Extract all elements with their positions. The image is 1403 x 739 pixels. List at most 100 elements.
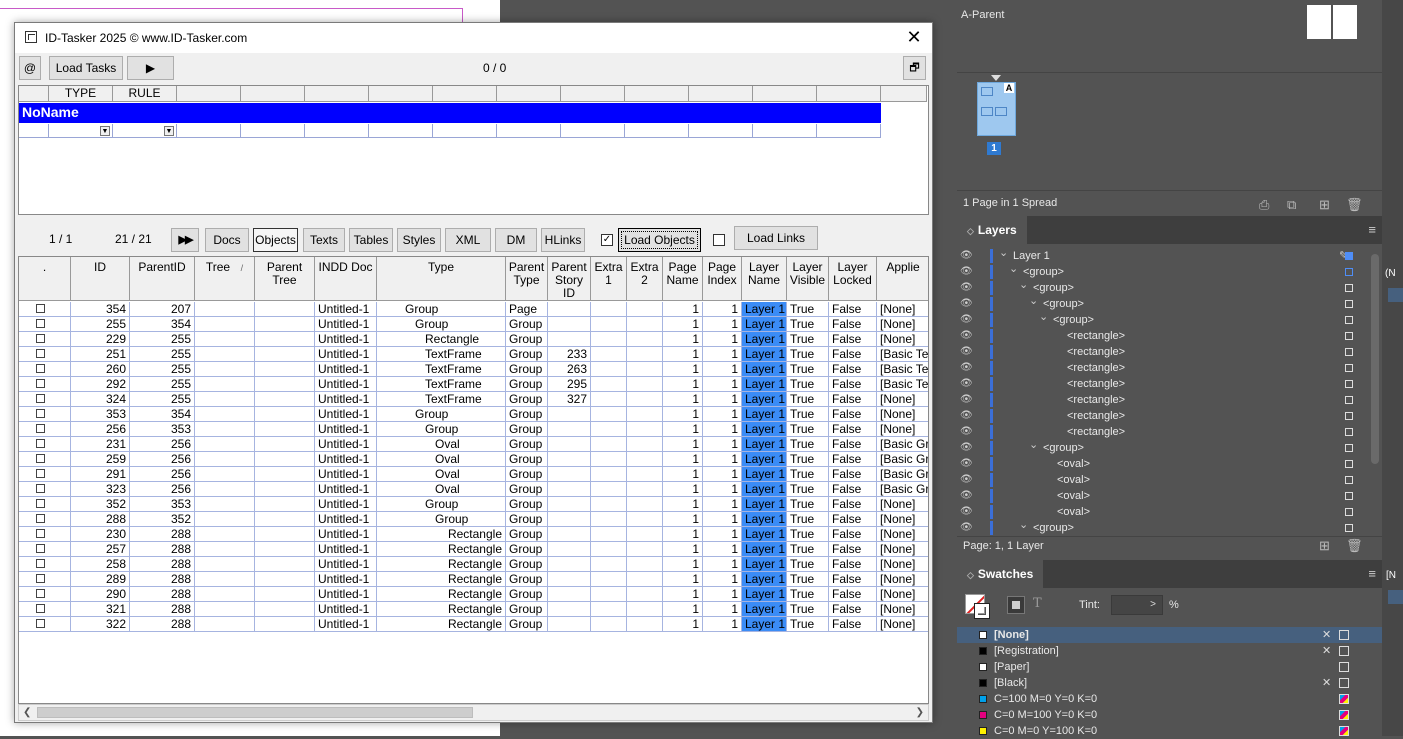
row-checkbox-cell[interactable]: [19, 482, 71, 497]
horizontal-scrollbar[interactable]: ❮ ❯: [18, 704, 929, 721]
run-button[interactable]: ▶: [127, 56, 174, 80]
indd-doc-cell[interactable]: Untitled-1: [315, 497, 377, 512]
applied-cell[interactable]: [None]: [877, 317, 928, 332]
layer-visible-cell[interactable]: True: [787, 332, 829, 347]
applied-cell[interactable]: [None]: [877, 422, 928, 437]
parent-id-cell[interactable]: 255: [130, 362, 195, 377]
page-thumbnail[interactable]: A: [977, 82, 1016, 136]
visibility-eye-icon[interactable]: 👁: [960, 376, 974, 392]
task-group-row[interactable]: NoName: [19, 103, 881, 123]
id-cell[interactable]: 353: [71, 407, 130, 422]
task-cell[interactable]: [689, 124, 753, 138]
layer-name-cell[interactable]: Layer 1: [742, 347, 787, 362]
parent-tree-cell[interactable]: [255, 332, 315, 347]
row-checkbox-cell[interactable]: [19, 572, 71, 587]
page-index-cell[interactable]: 1: [703, 377, 742, 392]
page-name-cell[interactable]: 1: [663, 512, 703, 527]
page-index-cell[interactable]: 1: [703, 542, 742, 557]
row-checkbox[interactable]: [36, 619, 45, 628]
extra2-cell[interactable]: [627, 437, 663, 452]
extra2-cell[interactable]: [627, 512, 663, 527]
parent-id-cell[interactable]: 288: [130, 527, 195, 542]
parent-tree-cell[interactable]: [255, 422, 315, 437]
parent-type-cell[interactable]: Group: [506, 317, 548, 332]
tasks-grid[interactable]: TYPE RULE NoName ▼ ▼: [18, 85, 929, 215]
tree-cell[interactable]: [195, 482, 255, 497]
extra1-cell[interactable]: [591, 362, 627, 377]
page-name-cell[interactable]: 1: [663, 617, 703, 632]
load-objects-checkbox[interactable]: ✓: [601, 234, 613, 246]
parent-page-label[interactable]: A-Parent: [961, 9, 1004, 21]
indd-doc-cell[interactable]: Untitled-1: [315, 467, 377, 482]
swatch-row[interactable]: [Paper]: [957, 659, 1382, 675]
row-checkbox[interactable]: [36, 484, 45, 493]
layer-name[interactable]: <group>: [1023, 264, 1064, 280]
parent-type-cell[interactable]: Group: [506, 392, 548, 407]
parent-type-cell[interactable]: Group: [506, 452, 548, 467]
indd-doc-cell[interactable]: Untitled-1: [315, 512, 377, 527]
visibility-eye-icon[interactable]: 👁: [960, 408, 974, 424]
parent-story-cell[interactable]: [548, 602, 591, 617]
column-header[interactable]: [305, 86, 369, 102]
table-row[interactable]: 251 255 Untitled-1 TextFrame Group 233 1 1 Layer…: [19, 347, 928, 362]
extra1-cell[interactable]: [591, 392, 627, 407]
page-index-cell[interactable]: 1: [703, 527, 742, 542]
extra1-cell[interactable]: [591, 332, 627, 347]
visibility-eye-icon[interactable]: 👁: [960, 296, 974, 312]
parent-id-cell[interactable]: 255: [130, 377, 195, 392]
extra1-cell[interactable]: [591, 557, 627, 572]
extra2-cell[interactable]: [627, 542, 663, 557]
parent-tree-cell[interactable]: [255, 452, 315, 467]
parent-tree-cell[interactable]: [255, 407, 315, 422]
indd-doc-cell[interactable]: Untitled-1: [315, 527, 377, 542]
table-row[interactable]: 352 353 Untitled-1 Group Group 1 1 Layer 1 True F…: [19, 497, 928, 512]
layer-locked-cell[interactable]: False: [829, 542, 877, 557]
selection-square-icon[interactable]: [1345, 284, 1353, 292]
table-row[interactable]: 230 288 Untitled-1 Rectangle Group 1 1 Layer 1T…: [19, 527, 928, 542]
extra2-cell[interactable]: [627, 572, 663, 587]
parent-story-cell[interactable]: [548, 497, 591, 512]
layer-name[interactable]: <rectangle>: [1067, 360, 1125, 376]
parent-id-cell[interactable]: 255: [130, 347, 195, 362]
row-checkbox[interactable]: [36, 394, 45, 403]
id-cell[interactable]: 288: [71, 512, 130, 527]
visibility-eye-icon[interactable]: 👁: [960, 440, 974, 456]
table-row[interactable]: 290 288 Untitled-1 Rectangle Group 1 1 Layer 1T…: [19, 587, 928, 602]
visibility-eye-icon[interactable]: 👁: [960, 488, 974, 504]
parent-tree-cell[interactable]: [255, 482, 315, 497]
parent-type-cell[interactable]: Group: [506, 362, 548, 377]
parent-tree-cell[interactable]: [255, 542, 315, 557]
column-header[interactable]: Extra 2: [627, 257, 663, 301]
indd-doc-cell[interactable]: Untitled-1: [315, 437, 377, 452]
id-cell[interactable]: 231: [71, 437, 130, 452]
layer-name-cell[interactable]: Layer 1: [742, 422, 787, 437]
layer-name-cell[interactable]: Layer 1: [742, 527, 787, 542]
selection-square-icon[interactable]: [1345, 268, 1353, 276]
page-size-icon[interactable]: ⎙: [1259, 197, 1269, 213]
task-cell[interactable]: [433, 124, 497, 138]
page-index-cell[interactable]: 1: [703, 617, 742, 632]
table-row[interactable]: 229 255 Untitled-1 Rectangle Group 1 1 Layer 1T…: [19, 332, 928, 347]
parent-id-cell[interactable]: 255: [130, 392, 195, 407]
visibility-eye-icon[interactable]: 👁: [960, 264, 974, 280]
id-cell[interactable]: 255: [71, 317, 130, 332]
page-name-cell[interactable]: 1: [663, 332, 703, 347]
extra2-cell[interactable]: [627, 302, 663, 317]
extra2-cell[interactable]: [627, 602, 663, 617]
tab-tables[interactable]: Tables: [349, 228, 393, 252]
task-cell[interactable]: ▼: [113, 124, 177, 138]
type-cell[interactable]: Rectangle: [377, 587, 506, 602]
applied-cell[interactable]: [Basic Gr: [877, 437, 928, 452]
page-index-cell[interactable]: 1: [703, 362, 742, 377]
layer-visible-cell[interactable]: True: [787, 482, 829, 497]
column-header[interactable]: ID: [71, 257, 130, 301]
close-button[interactable]: ✕: [904, 26, 924, 48]
extra1-cell[interactable]: [591, 452, 627, 467]
parent-story-cell[interactable]: [548, 437, 591, 452]
task-cell[interactable]: [753, 124, 817, 138]
parent-type-cell[interactable]: Group: [506, 617, 548, 632]
layer-name-cell[interactable]: Layer 1: [742, 437, 787, 452]
indd-doc-cell[interactable]: Untitled-1: [315, 572, 377, 587]
task-cell[interactable]: [625, 124, 689, 138]
row-checkbox[interactable]: [36, 439, 45, 448]
